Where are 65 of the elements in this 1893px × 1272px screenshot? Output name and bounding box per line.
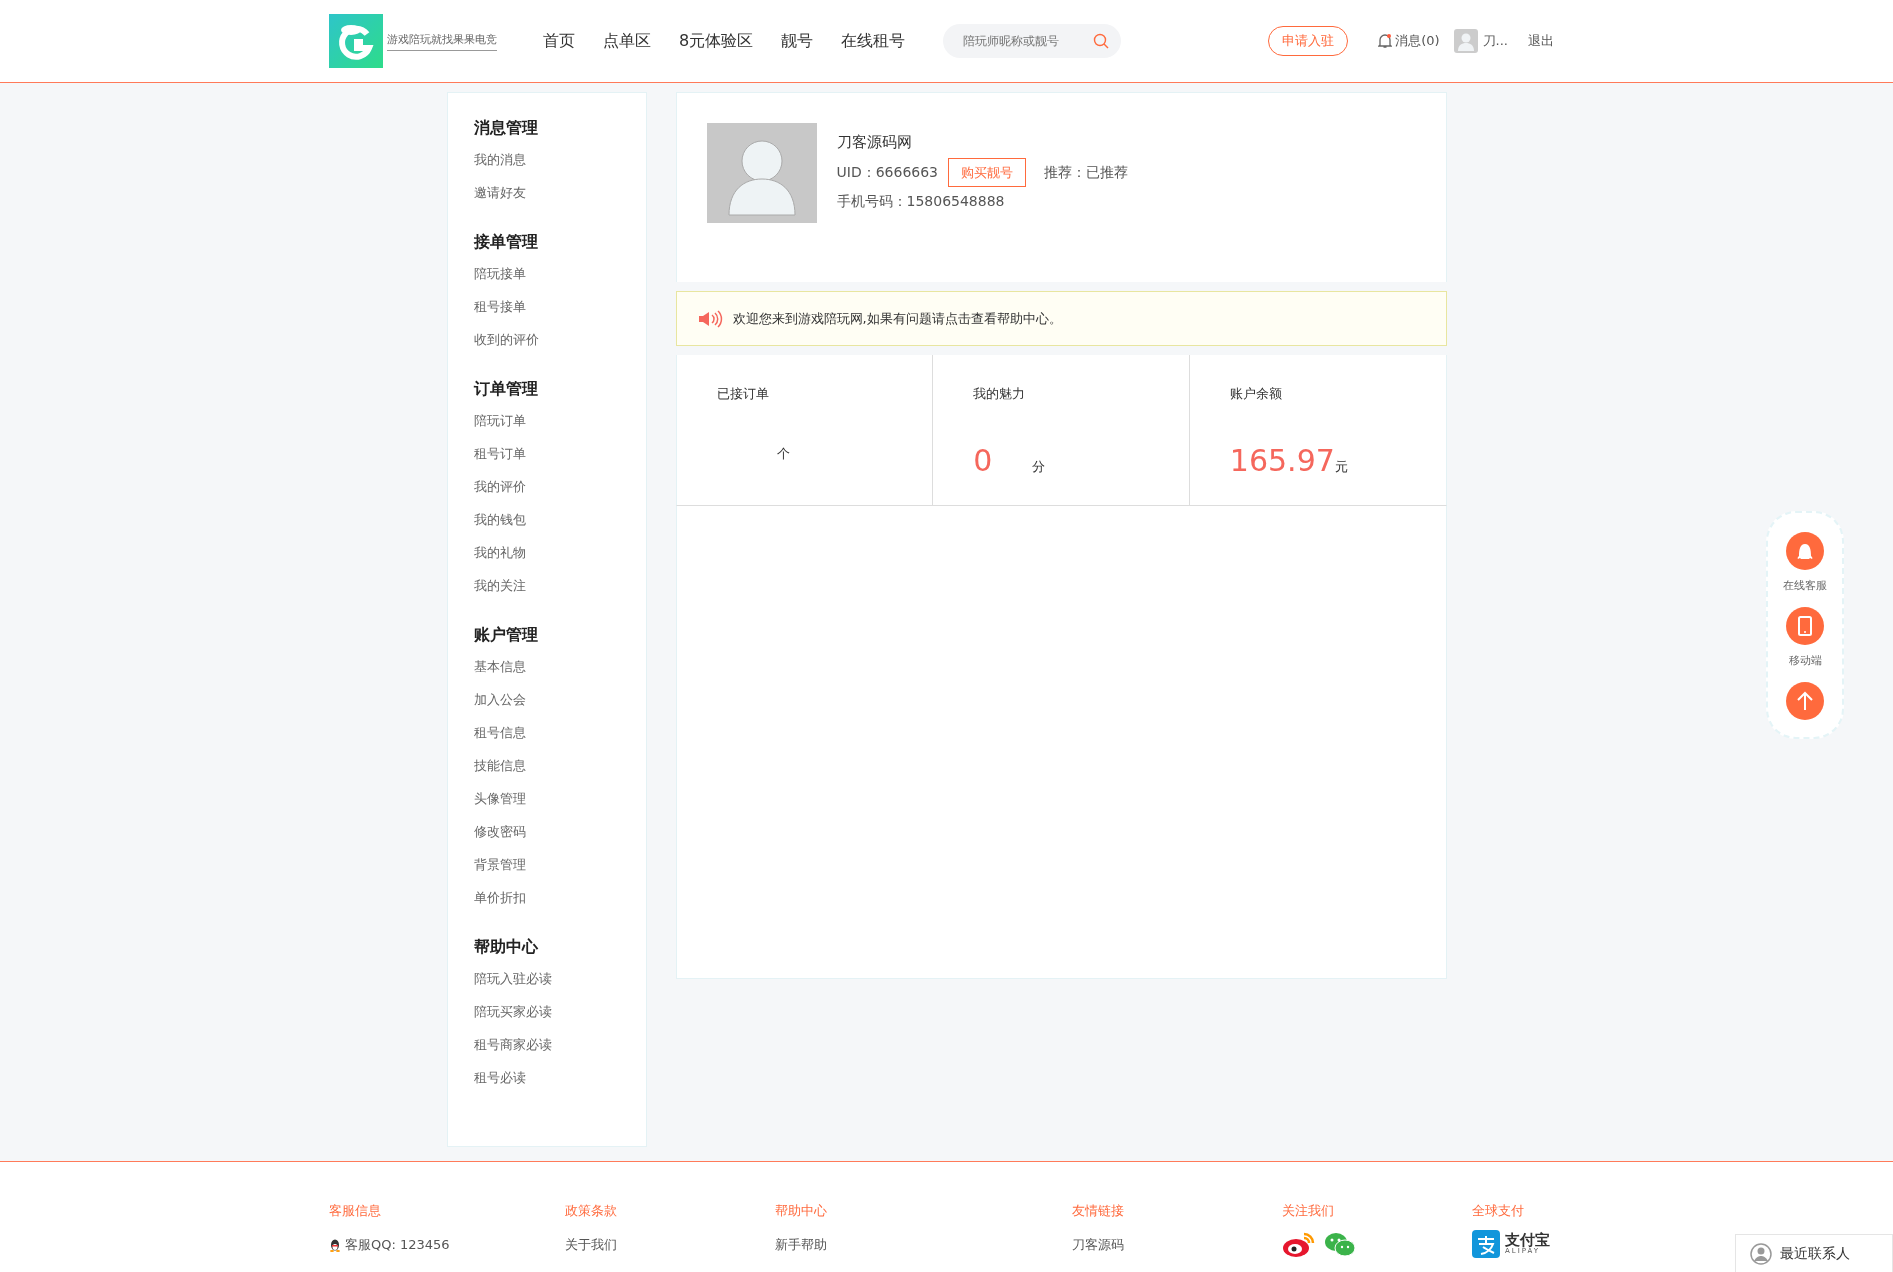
stat-unit: 分 <box>1032 458 1046 476</box>
sidebar-item[interactable]: 基本信息 <box>473 650 646 683</box>
footer-link[interactable]: 客服QQ: 123456 <box>345 1236 450 1254</box>
sidebar-item[interactable]: 我的消息 <box>473 143 646 176</box>
sidebar-item[interactable]: 陪玩接单 <box>473 257 646 290</box>
footer-heading: 友情链接 <box>1072 1202 1125 1220</box>
sidebar-heading: 订单管理 <box>473 378 539 400</box>
logo-slogan: 游戏陪玩就找果果电竞 <box>387 31 497 51</box>
sidebar-item[interactable]: 头像管理 <box>473 782 646 815</box>
toolbar-label[interactable]: 移动端 <box>1788 653 1822 668</box>
stat-label: 已接订单 <box>716 385 770 403</box>
sidebar-item[interactable]: 我的礼物 <box>473 536 646 569</box>
nav-link[interactable]: 8元体验区 <box>679 26 754 56</box>
nav-link[interactable]: 点单区 <box>603 26 651 56</box>
sidebar-heading: 接单管理 <box>473 231 539 253</box>
sidebar-heading: 账户管理 <box>473 624 539 646</box>
sidebar-item[interactable]: 我的钱包 <box>473 503 646 536</box>
uid-text: UID：6666663 <box>836 163 938 182</box>
sidebar-item[interactable]: 陪玩订单 <box>473 404 646 437</box>
sidebar-item[interactable]: 背景管理 <box>473 848 646 881</box>
stat-unit: 元 <box>1334 459 1348 476</box>
sidebar-heading: 帮助中心 <box>473 936 539 958</box>
sidebar-item[interactable]: 技能信息 <box>473 749 646 782</box>
footer-heading: 客服信息 <box>329 1202 382 1220</box>
stat-label: 账户余额 <box>1229 385 1283 403</box>
profile-name: 刀客源码网 <box>836 133 913 152</box>
footer-link[interactable]: 关于我们 <box>565 1236 775 1254</box>
sidebar-item[interactable]: 租号信息 <box>473 716 646 749</box>
footer-link[interactable]: 新手帮助 <box>775 1236 1072 1254</box>
sidebar-item[interactable]: 加入公会 <box>473 683 646 716</box>
sidebar-item[interactable]: 修改密码 <box>473 815 646 848</box>
stat-label: 我的魅力 <box>973 385 1027 403</box>
footer-heading: 关注我们 <box>1282 1202 1335 1220</box>
sidebar-item[interactable]: 租号必读 <box>473 1061 646 1094</box>
phone-text: 手机号码：15806548888 <box>836 193 1006 211</box>
sidebar-item[interactable]: 我的关注 <box>473 569 646 602</box>
search-field[interactable]: 陪玩师昵称或靓号 <box>943 24 1122 58</box>
sidebar-item[interactable]: 陪玩买家必读 <box>473 995 646 1028</box>
sidebar-heading: 消息管理 <box>473 117 539 139</box>
alipay-logo-text: 支付宝 <box>1505 1233 1550 1248</box>
sidebar-item[interactable]: 单价折扣 <box>473 881 646 914</box>
username-link[interactable]: 刀... <box>1482 32 1508 50</box>
nav-link[interactable]: 靓号 <box>781 26 814 56</box>
sidebar-item[interactable]: 租号订单 <box>473 437 646 470</box>
footer-heading: 全球支付 <box>1472 1202 1525 1220</box>
notice-text: 欢迎您来到游戏陪玩网,如果有问题请点击查看帮助中心。 <box>732 309 1062 328</box>
sidebar-item[interactable]: 收到的评价 <box>473 323 646 356</box>
footer-heading: 帮助中心 <box>775 1202 828 1220</box>
chat-widget[interactable]: 最近联系人 <box>1735 1234 1893 1272</box>
sidebar-item[interactable]: 租号接单 <box>473 290 646 323</box>
recommend-text: 推荐：已推荐 <box>1044 163 1128 182</box>
stat-unit: 个 <box>776 445 790 463</box>
sidebar-item[interactable]: 我的评价 <box>473 470 646 503</box>
logout-link[interactable]: 退出 <box>1528 32 1554 50</box>
footer-heading: 政策条款 <box>565 1202 618 1220</box>
toolbar-label[interactable]: 在线客服 <box>1783 578 1827 593</box>
nav-link[interactable]: 首页 <box>543 26 575 56</box>
sidebar-item[interactable]: 邀请好友 <box>473 176 646 209</box>
nav-link[interactable]: 在线租号 <box>841 26 906 56</box>
sidebar-item[interactable]: 租号商家必读 <box>473 1028 646 1061</box>
messages-link[interactable]: 消息(0) <box>1395 32 1440 50</box>
stat-value: 165.97 <box>1229 443 1335 478</box>
sidebar-item[interactable]: 陪玩入驻必读 <box>473 962 646 995</box>
stat-value: 0 <box>973 443 993 478</box>
footer-link[interactable]: 刀客源码 <box>1072 1236 1282 1254</box>
